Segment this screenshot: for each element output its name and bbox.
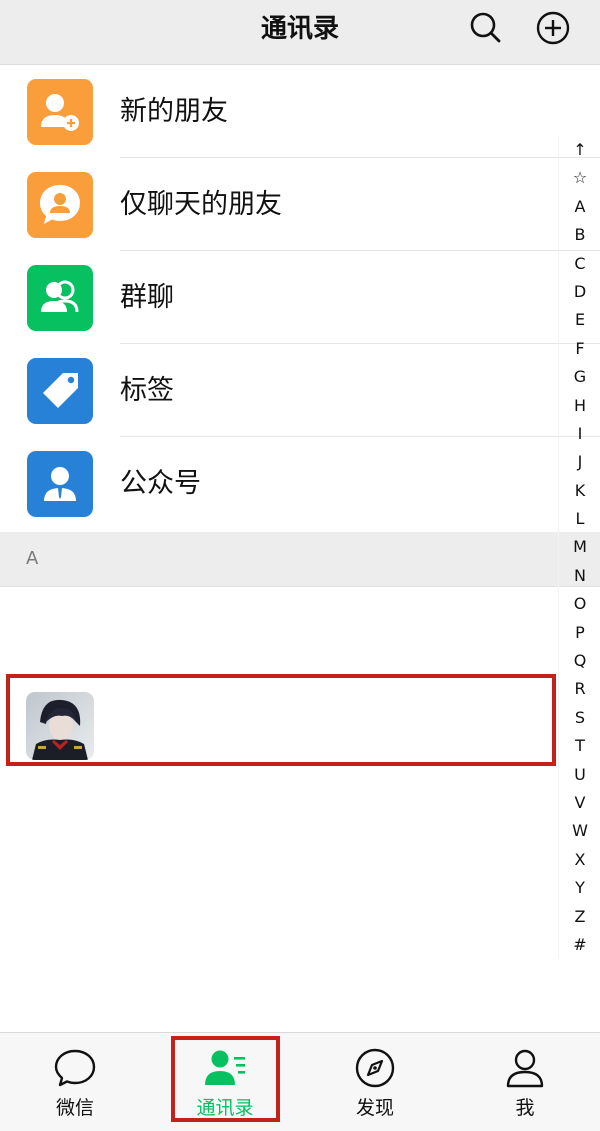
index-letter-m[interactable]: M [559, 533, 600, 561]
index-letter-g[interactable]: G [559, 363, 600, 391]
index-letter-d[interactable]: D [559, 278, 600, 306]
new-friends-row[interactable]: 新的朋友 [0, 65, 600, 158]
official-accounts-row[interactable]: 公众号 [0, 437, 600, 530]
index-letter-y[interactable]: Y [559, 874, 600, 902]
row-divider [0, 585, 600, 586]
tags-label: 标签 [120, 375, 174, 406]
add-button[interactable] [533, 8, 573, 48]
add-circle-icon [536, 11, 570, 45]
index-letter-x[interactable]: X [559, 846, 600, 874]
person-icon [502, 1045, 548, 1091]
tab-me[interactable]: 我 [450, 1033, 600, 1131]
alphabet-index[interactable]: ↑ ☆ A B C D E F G H I J K L M N O P Q R … [558, 136, 600, 960]
index-letter-p[interactable]: P [559, 619, 600, 647]
index-letter-e[interactable]: E [559, 306, 600, 334]
add-friend-icon [27, 79, 93, 145]
official-account-icon [27, 451, 93, 517]
official-accounts-label: 公众号 [120, 468, 201, 499]
section-header-a: A [0, 532, 600, 587]
search-button[interactable] [466, 8, 506, 48]
index-letter-k[interactable]: K [559, 477, 600, 505]
tab-discover[interactable]: 发现 [300, 1033, 450, 1131]
search-icon [470, 12, 501, 43]
index-letter-v[interactable]: V [559, 789, 600, 817]
index-letter-t[interactable]: T [559, 732, 600, 760]
index-letter-o[interactable]: O [559, 590, 600, 618]
group-chats-label: 群聊 [120, 282, 174, 313]
index-letter-c[interactable]: C [559, 250, 600, 278]
chat-only-friends-row[interactable]: 仅聊天的朋友 [0, 158, 600, 251]
group-chats-row[interactable]: 群聊 [0, 251, 600, 344]
index-letter-s[interactable]: S [559, 704, 600, 732]
index-letter-w[interactable]: W [559, 817, 600, 845]
tab-contacts-label: 通讯录 [196, 1097, 254, 1119]
bottom-tab-bar: 微信 通讯录 发现 我 [0, 1032, 600, 1131]
new-friends-label: 新的朋友 [120, 96, 228, 127]
section-letter: A [26, 548, 39, 569]
tag-icon [27, 358, 93, 424]
index-letter-a[interactable]: A [559, 193, 600, 221]
chat-only-friends-label: 仅聊天的朋友 [120, 189, 282, 220]
top-bar: 通讯录 [0, 0, 600, 65]
index-hash[interactable]: # [559, 931, 600, 959]
tab-chats-label: 微信 [55, 1097, 94, 1119]
contacts-icon [202, 1045, 248, 1091]
index-letter-j[interactable]: J [559, 448, 600, 476]
index-letter-r[interactable]: R [559, 675, 600, 703]
tags-row[interactable]: 标签 [0, 344, 600, 437]
compass-icon [352, 1045, 398, 1091]
index-letter-n[interactable]: N [559, 562, 600, 590]
avatar [26, 692, 94, 760]
index-letter-h[interactable]: H [559, 392, 600, 420]
page-title: 通讯录 [260, 14, 339, 44]
index-up-arrow[interactable]: ↑ [559, 136, 600, 164]
group-chat-icon [27, 265, 93, 331]
index-letter-l[interactable]: L [559, 505, 600, 533]
tab-contacts[interactable]: 通讯录 [150, 1033, 300, 1131]
index-letter-q[interactable]: Q [559, 647, 600, 675]
contact-row[interactable] [0, 672, 600, 768]
index-letter-b[interactable]: B [559, 221, 600, 249]
index-letter-u[interactable]: U [559, 761, 600, 789]
chat-bubble-icon [52, 1045, 98, 1091]
tab-chats[interactable]: 微信 [0, 1033, 150, 1131]
tab-discover-label: 发现 [355, 1097, 394, 1119]
tab-me-label: 我 [515, 1097, 535, 1119]
chat-only-friend-icon [27, 172, 93, 238]
index-star[interactable]: ☆ [559, 164, 600, 192]
contact-functions-list: 新的朋友 仅聊天的朋友 群聊 标签 公众号 [0, 65, 600, 530]
index-letter-i[interactable]: I [559, 420, 600, 448]
index-letter-f[interactable]: F [559, 335, 600, 363]
index-letter-z[interactable]: Z [559, 903, 600, 931]
